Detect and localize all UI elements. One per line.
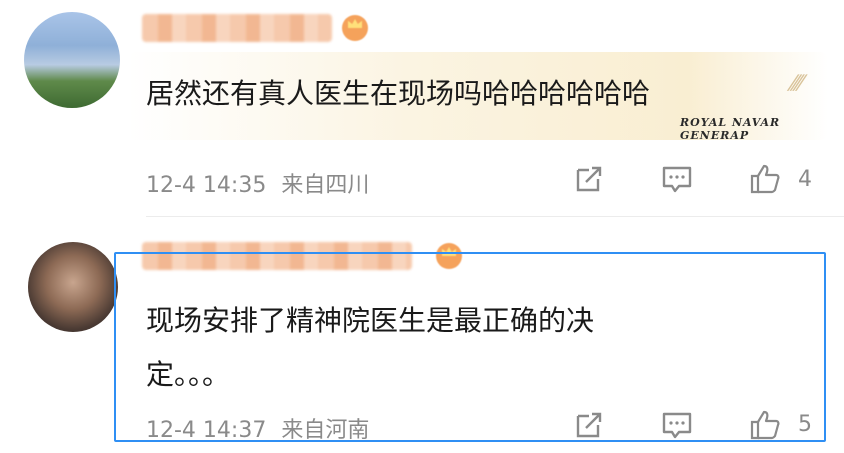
comment-text: 居然还有真人医生在现场吗哈哈哈哈哈哈 [146, 77, 651, 110]
highlight-box [114, 252, 826, 442]
username-blurred[interactable] [142, 14, 332, 42]
comment-icon[interactable] [660, 162, 694, 196]
vip-crown-icon [342, 15, 368, 41]
comment-item: //// ROYAL NAVAR GENERAP 居然还有真人医生在现场吗哈哈哈… [0, 0, 844, 218]
avatar[interactable] [28, 242, 118, 332]
comment-date: 12-4 14:35 [146, 173, 267, 198]
share-icon[interactable] [572, 162, 606, 196]
divider [146, 216, 844, 217]
comment-meta: 12-4 14:35 来自四川 [146, 167, 369, 199]
comment-location: 来自四川 [281, 173, 370, 198]
decoration-signature: ROYAL NAVAR GENERAP [680, 116, 781, 142]
avatar[interactable] [24, 12, 120, 108]
like-icon[interactable] [748, 162, 782, 196]
like-count: 4 [798, 167, 812, 192]
